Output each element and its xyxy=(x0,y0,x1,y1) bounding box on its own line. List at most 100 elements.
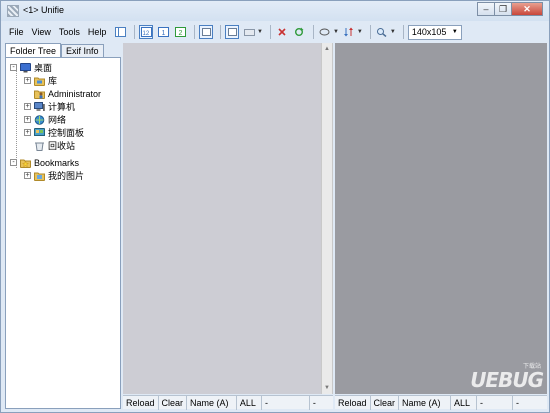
network-icon xyxy=(34,114,45,125)
sort-dropdown-icon[interactable]: ▼ xyxy=(357,29,363,35)
left-thumbnail-pane[interactable] xyxy=(123,43,321,394)
status-field: - xyxy=(516,397,520,408)
recycle-bin-icon xyxy=(35,142,44,151)
delete-button[interactable] xyxy=(275,25,289,39)
minimize-button[interactable]: – xyxy=(477,2,495,16)
sort-button[interactable] xyxy=(342,25,356,39)
tree-item-label: 网络 xyxy=(48,115,67,125)
move-button[interactable] xyxy=(225,25,239,39)
collapse-icon[interactable]: - xyxy=(10,64,17,71)
rotate-icon xyxy=(319,28,330,36)
menu-file[interactable]: File xyxy=(5,27,28,37)
expand-icon[interactable]: + xyxy=(24,103,31,110)
reload-button[interactable]: Reload xyxy=(335,395,371,410)
zoom-button[interactable] xyxy=(375,25,389,39)
tree-item-bookmarks[interactable]: - Bookmarks xyxy=(10,156,79,169)
reload-button[interactable]: Reload xyxy=(123,395,159,410)
computer-icon xyxy=(34,101,45,111)
toolbar-separator xyxy=(220,25,221,39)
clear-button[interactable]: Clear xyxy=(371,395,400,410)
status-field: - xyxy=(477,395,514,410)
refresh-button[interactable] xyxy=(292,25,306,39)
right-thumbnail-pane[interactable]: 下载站 UEBUG xyxy=(335,43,547,394)
menu-bar: File View Tools Help xyxy=(5,23,110,41)
tree-item-label: 库 xyxy=(48,76,58,86)
magnifier-icon xyxy=(377,28,387,37)
title-bar[interactable]: <1> Unifie – ❐ ✕ xyxy=(1,1,549,21)
filter-selector[interactable]: ALL xyxy=(237,395,262,410)
app-icon xyxy=(7,5,19,17)
pane-2-button[interactable]: 2 xyxy=(173,25,187,39)
desktop-icon xyxy=(20,62,31,72)
zoom-dropdown-icon[interactable]: ▼ xyxy=(390,29,396,35)
view-mode-icon xyxy=(243,29,255,36)
expand-icon[interactable]: + xyxy=(24,172,31,179)
sort-order-selector[interactable]: Name (A) xyxy=(187,395,237,410)
expand-icon[interactable]: + xyxy=(24,116,31,123)
tree-item-recycle-bin[interactable]: 回收站 xyxy=(24,139,75,152)
tab-folder-tree[interactable]: Folder Tree xyxy=(5,43,62,57)
svg-text:1: 1 xyxy=(161,30,165,37)
move-icon xyxy=(227,28,237,36)
pane-1-icon: 1 xyxy=(157,27,169,37)
user-folder-icon xyxy=(34,90,45,99)
copy-button[interactable] xyxy=(199,25,213,39)
maximize-button[interactable]: ❐ xyxy=(494,2,512,16)
tree-item-label: 回收站 xyxy=(48,141,76,151)
dual-pane-icon: 12 xyxy=(140,27,152,37)
maximize-icon: ❐ xyxy=(498,3,508,14)
left-pane-status-bar: Reload Clear Name (A) ALL - - xyxy=(123,395,333,410)
expand-icon[interactable]: + xyxy=(24,129,31,136)
scroll-down-icon[interactable]: ▼ xyxy=(324,385,330,391)
view-mode-dropdown-icon[interactable]: ▼ xyxy=(257,29,263,35)
rotate-dropdown-icon[interactable]: ▼ xyxy=(333,29,339,35)
svg-text:12: 12 xyxy=(142,31,149,37)
copy-icon xyxy=(201,28,211,36)
pane-2-icon: 2 xyxy=(174,27,186,37)
close-button[interactable]: ✕ xyxy=(511,2,543,16)
scroll-up-icon[interactable]: ▲ xyxy=(324,46,330,52)
bookmark-star-icon xyxy=(20,159,31,168)
minimize-icon: – xyxy=(483,4,489,14)
status-field: - xyxy=(312,397,316,408)
control-panel-icon xyxy=(34,127,45,136)
refresh-icon xyxy=(294,27,304,36)
tree-item-desktop[interactable]: - 桌面 xyxy=(10,61,52,74)
thumbnail-size-select[interactable]: 140x105 ▼ xyxy=(407,24,462,40)
thumbnail-size-value: 140x105 xyxy=(411,27,447,37)
view-mode-button[interactable] xyxy=(242,25,256,39)
toggle-panel-button[interactable] xyxy=(113,25,127,39)
status-field: - xyxy=(262,395,310,410)
toolbar-separator xyxy=(269,25,271,39)
menu-help[interactable]: Help xyxy=(84,27,111,37)
filter-selector[interactable]: ALL xyxy=(451,395,478,410)
toolbar-separator xyxy=(402,25,404,39)
app-window: <1> Unifie – ❐ ✕ File View Tools Help 12… xyxy=(0,0,550,413)
toolbar-separator xyxy=(312,25,314,39)
tree-item-network[interactable]: + 网络 xyxy=(24,113,66,126)
collapse-icon[interactable]: - xyxy=(10,159,17,166)
tree-item-label: 控制面板 xyxy=(48,128,85,138)
tab-exif-info[interactable]: Exif Info xyxy=(61,44,104,57)
dual-pane-button[interactable]: 12 xyxy=(139,25,153,39)
folder-tree: - 桌面 + 库 Administrator + 计算机 + 网络 + 控制面板… xyxy=(5,57,121,409)
right-pane-status-bar: Reload Clear Name (A) ALL - - xyxy=(335,395,547,410)
sort-order-selector[interactable]: Name (A) xyxy=(399,395,452,410)
tree-item-library[interactable]: + 库 xyxy=(24,74,57,87)
tree-item-control-panel[interactable]: + 控制面板 xyxy=(24,126,84,139)
tree-item-my-pictures[interactable]: + 我的图片 xyxy=(24,169,84,182)
pane-splitter-scrollbar[interactable]: ▲ ▼ xyxy=(321,43,333,394)
delete-icon xyxy=(278,28,286,36)
panel-layout-icon xyxy=(114,27,126,37)
menu-tools[interactable]: Tools xyxy=(55,27,84,37)
tree-item-label: Administrator xyxy=(48,88,102,99)
tree-item-computer[interactable]: + 计算机 xyxy=(24,100,75,113)
window-controls: – ❐ ✕ xyxy=(477,2,543,16)
tree-item-administrator[interactable]: Administrator xyxy=(24,87,101,100)
menu-view[interactable]: View xyxy=(28,27,55,37)
rotate-button[interactable] xyxy=(318,25,332,39)
tree-item-label: Bookmarks xyxy=(34,157,80,168)
pane-1-button[interactable]: 1 xyxy=(156,25,170,39)
expand-icon[interactable]: + xyxy=(24,77,31,84)
clear-button[interactable]: Clear xyxy=(159,395,188,410)
